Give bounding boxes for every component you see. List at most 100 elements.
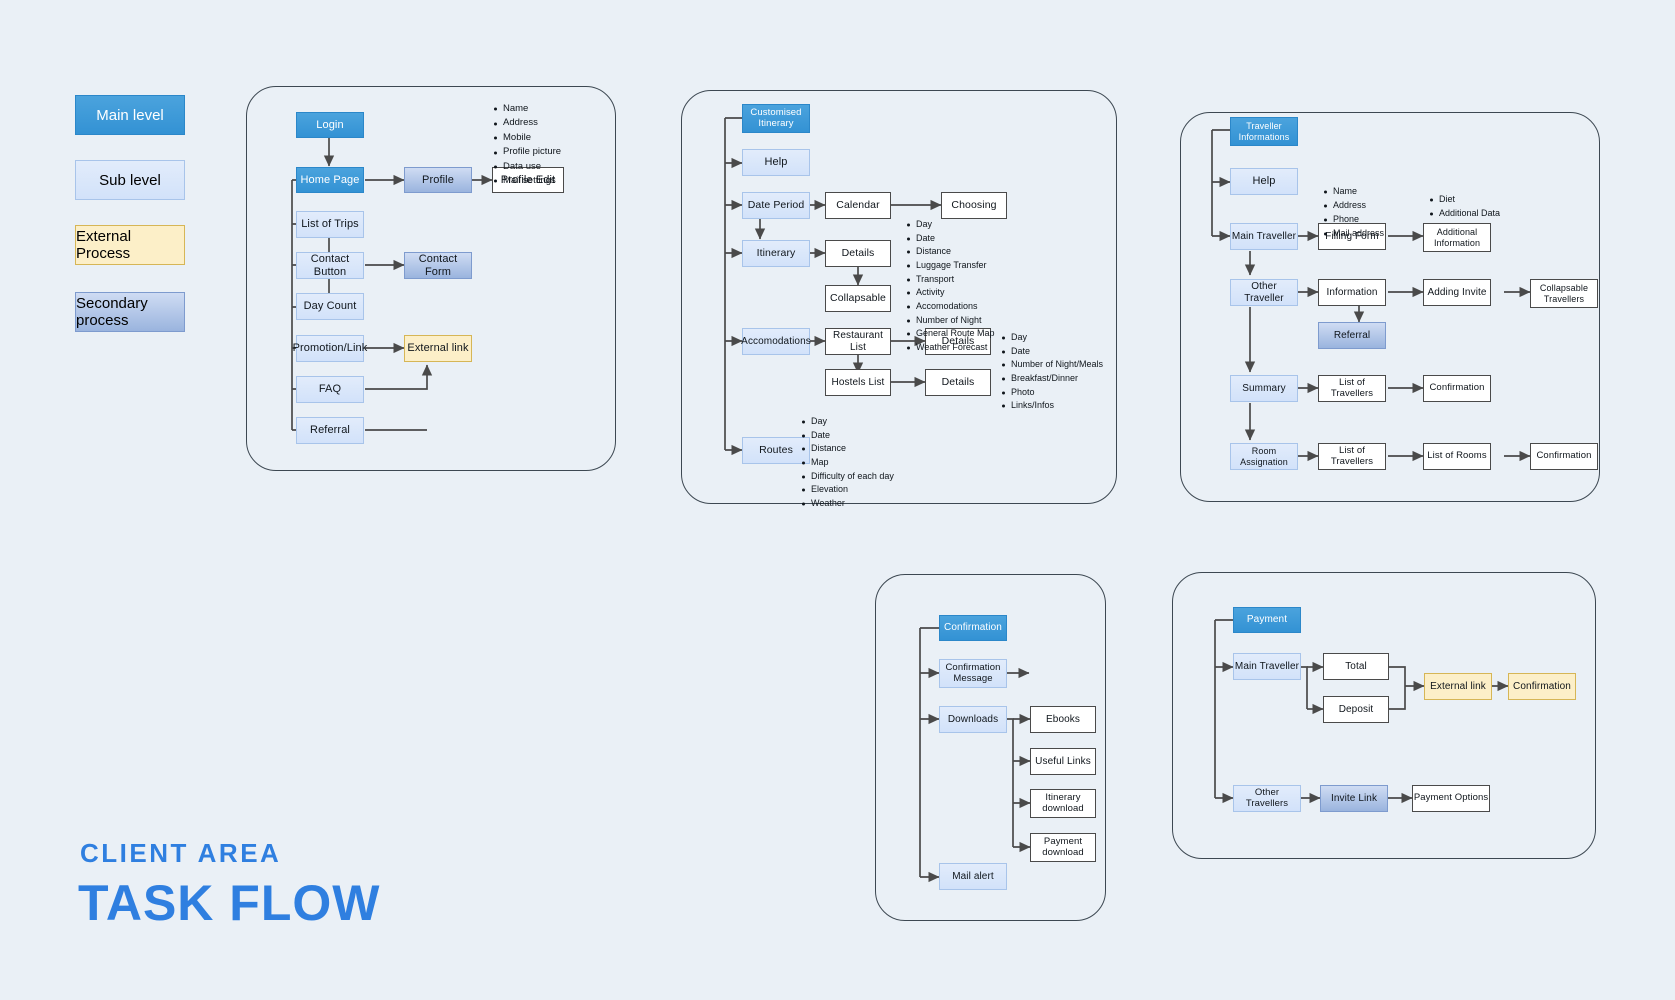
node-label: Information bbox=[1326, 286, 1378, 298]
node-referral[interactable]: Referral bbox=[296, 417, 364, 444]
node-label: Payment bbox=[1246, 614, 1288, 626]
node-confirmation-summary[interactable]: Confirmation bbox=[1423, 375, 1491, 402]
node-label: Confirmation bbox=[944, 622, 1002, 634]
node-traveller-informations[interactable]: Traveller Informations bbox=[1230, 117, 1298, 146]
node-confirmation-rooms[interactable]: Confirmation bbox=[1530, 443, 1598, 470]
node-label: Profile bbox=[422, 173, 454, 186]
node-invite-link[interactable]: Invite Link bbox=[1320, 785, 1388, 812]
legend-label: Secondary process bbox=[76, 295, 148, 329]
node-collapsable[interactable]: Collapsable bbox=[825, 285, 891, 312]
node-label: Hostels List bbox=[831, 376, 885, 388]
node-label: Itinerary download bbox=[1042, 791, 1084, 814]
bullets-accomodation-details: Day Date Number of Night/Meals Breakfast/Di… bbox=[1000, 331, 1103, 413]
node-label: Room Assignation bbox=[1240, 446, 1288, 467]
legend-label: Sub level bbox=[99, 171, 161, 189]
node-label: Other Travellers bbox=[1245, 786, 1289, 809]
bullet-item: Data use bbox=[503, 160, 561, 174]
node-label: Date Period bbox=[747, 198, 805, 211]
node-payment-download[interactable]: Payment download bbox=[1030, 833, 1096, 862]
node-list-of-travellers-rooms[interactable]: List of Travellers bbox=[1318, 443, 1386, 470]
node-downloads[interactable]: Downloads bbox=[939, 706, 1007, 733]
bullet-item: Photo bbox=[1011, 386, 1103, 400]
node-home-page[interactable]: Home Page bbox=[296, 167, 364, 193]
bullet-item: Elevation bbox=[811, 483, 894, 497]
node-restaurant-list[interactable]: Restaurant List bbox=[825, 328, 891, 355]
bullet-item: Day bbox=[1011, 331, 1103, 345]
node-accomodations[interactable]: Accomodations bbox=[741, 328, 811, 355]
node-hostels-list[interactable]: Hostels List bbox=[825, 369, 891, 396]
node-label: Additional Information bbox=[1433, 227, 1481, 248]
node-payment-root[interactable]: Payment bbox=[1233, 607, 1301, 633]
node-useful-links[interactable]: Useful Links bbox=[1030, 748, 1096, 775]
bullet-item: Distance bbox=[916, 245, 995, 259]
bullet-item: Additional Data bbox=[1439, 207, 1500, 221]
bullet-item: Luggage Transfer bbox=[916, 259, 995, 273]
node-label: Referral bbox=[310, 424, 350, 437]
node-adding-invite[interactable]: Adding Invite bbox=[1423, 279, 1491, 306]
node-payment-options[interactable]: Payment Options bbox=[1412, 785, 1490, 812]
node-ebooks[interactable]: Ebooks bbox=[1030, 706, 1096, 733]
node-label: Total bbox=[1345, 660, 1367, 672]
node-help-travellers[interactable]: Help bbox=[1230, 168, 1298, 195]
node-referral-traveller[interactable]: Referral bbox=[1318, 322, 1386, 349]
node-payment-confirmation[interactable]: Confirmation bbox=[1508, 673, 1576, 700]
node-login[interactable]: Login bbox=[296, 112, 364, 138]
bullet-item: Accomodations bbox=[916, 300, 995, 314]
node-main-traveller[interactable]: Main Traveller bbox=[1230, 223, 1298, 250]
node-label: Calendar bbox=[836, 198, 880, 211]
legend-item-sub-level: Sub level bbox=[75, 160, 185, 200]
node-mail-alert[interactable]: Mail alert bbox=[939, 863, 1007, 890]
node-label: Details bbox=[941, 375, 975, 388]
node-room-assignation[interactable]: Room Assignation bbox=[1230, 443, 1298, 470]
node-profile[interactable]: Profile bbox=[404, 167, 472, 193]
node-other-traveller[interactable]: Other Traveller bbox=[1230, 279, 1298, 306]
task-flow-canvas: Main level Sub level External Process Se… bbox=[0, 0, 1675, 1000]
node-itinerary-download[interactable]: Itinerary download bbox=[1030, 789, 1096, 818]
node-label: Confirmation Message bbox=[945, 661, 1001, 684]
node-calendar[interactable]: Calendar bbox=[825, 192, 891, 219]
bullets-filling-form: Name Address Phone Mail address bbox=[1322, 185, 1384, 241]
bullet-item: Difficulty of each day bbox=[811, 470, 894, 484]
node-details-itinerary[interactable]: Details bbox=[825, 240, 891, 267]
bullet-item: Map bbox=[811, 456, 894, 470]
node-confirmation-message[interactable]: Confirmation Message bbox=[939, 659, 1007, 688]
node-list-of-travellers-summary[interactable]: List of Travellers bbox=[1318, 375, 1386, 402]
node-label: Main Traveller bbox=[1231, 230, 1297, 242]
node-label: Promotion/Link bbox=[292, 342, 368, 355]
page-subtitle: CLIENT AREA bbox=[80, 838, 282, 868]
node-customised-itinerary[interactable]: Customised Itinerary bbox=[742, 104, 810, 133]
node-choosing[interactable]: Choosing bbox=[941, 192, 1007, 219]
node-label: Mail alert bbox=[952, 870, 994, 882]
node-label: Itinerary bbox=[756, 246, 796, 259]
node-external-link[interactable]: External link bbox=[404, 335, 472, 362]
node-collapsable-travellers[interactable]: Collapsable Travellers bbox=[1530, 279, 1598, 308]
node-details-hostels[interactable]: Details bbox=[925, 369, 991, 396]
node-day-count[interactable]: Day Count bbox=[296, 293, 364, 320]
node-faq[interactable]: FAQ bbox=[296, 376, 364, 403]
node-deposit[interactable]: Deposit bbox=[1323, 696, 1389, 723]
bullet-item: Mail settings bbox=[503, 174, 561, 188]
node-list-of-trips[interactable]: List of Trips bbox=[296, 211, 364, 238]
node-payment-external-link[interactable]: External link bbox=[1424, 673, 1492, 700]
node-list-of-rooms[interactable]: List of Rooms bbox=[1423, 443, 1491, 470]
node-contact-button[interactable]: Contact Button bbox=[296, 252, 364, 279]
bullet-item: Breakfast/Dinner bbox=[1011, 372, 1103, 386]
node-information[interactable]: Information bbox=[1318, 279, 1386, 306]
node-label: Confirmation bbox=[1536, 450, 1592, 462]
node-payment-main-traveller[interactable]: Main Traveller bbox=[1233, 653, 1301, 680]
node-summary[interactable]: Summary bbox=[1230, 375, 1298, 402]
node-other-travellers[interactable]: Other Travellers bbox=[1233, 785, 1301, 812]
node-contact-form[interactable]: Contact Form bbox=[404, 252, 472, 279]
node-promotion-link[interactable]: Promotion/Link bbox=[293, 335, 367, 362]
node-label: Accomodations bbox=[741, 335, 811, 347]
node-label: List of Trips bbox=[301, 218, 359, 231]
bullet-item: Distance bbox=[811, 442, 894, 456]
legend-item-external-process: External Process bbox=[75, 225, 185, 265]
node-total[interactable]: Total bbox=[1323, 653, 1389, 680]
node-itinerary[interactable]: Itinerary bbox=[742, 240, 810, 267]
node-help[interactable]: Help bbox=[742, 149, 810, 176]
node-confirmation-root[interactable]: Confirmation bbox=[939, 615, 1007, 641]
bullets-routes: Day Date Distance Map Difficulty of each day… bbox=[800, 415, 894, 511]
node-additional-information[interactable]: Additional Information bbox=[1423, 223, 1491, 252]
node-date-period[interactable]: Date Period bbox=[742, 192, 810, 219]
